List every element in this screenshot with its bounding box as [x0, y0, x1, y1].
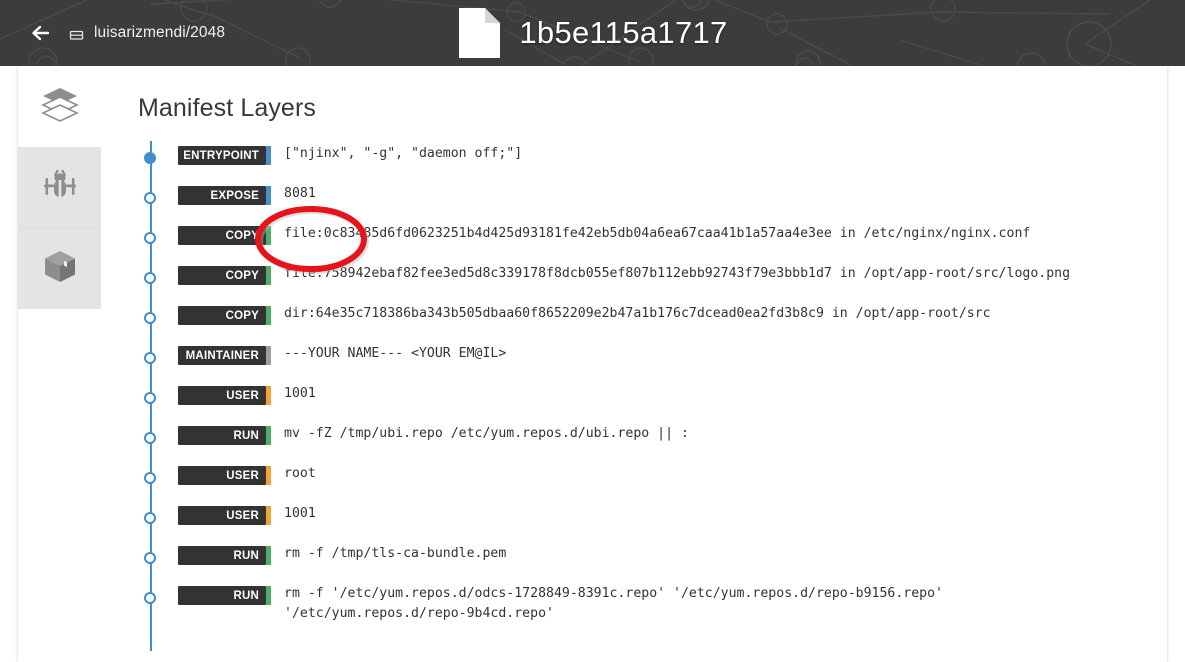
app-header: 1b5e115a1717 luisarizmendi/2048 [0, 0, 1185, 66]
layer-command-text: file:758942ebaf82fee3ed5d8c339178f8dcb05… [284, 266, 1071, 281]
layer-row[interactable]: USER root [138, 461, 1167, 501]
timeline-dot-cell [138, 221, 178, 261]
timeline-dot [144, 512, 156, 524]
sidebar-item-layers[interactable] [18, 66, 101, 147]
layer-command-badge: EXPOSE [178, 186, 266, 205]
layer-command-text: mv -fZ /tmp/ubi.repo /etc/yum.repos.d/ub… [284, 426, 689, 441]
timeline-dot-cell [138, 301, 178, 341]
timeline-dot-cell [138, 461, 178, 501]
layers-icon [40, 86, 80, 127]
layer-accent-bar [266, 186, 271, 205]
layer-command-badge: RUN [178, 586, 266, 605]
layer-accent-bar [266, 586, 271, 605]
lock-icon [68, 25, 84, 41]
section-title: Manifest Layers [138, 94, 316, 122]
sidebar-item-packages[interactable] [18, 228, 101, 309]
timeline-dot [144, 592, 156, 604]
layer-command-badge: COPY [178, 306, 266, 325]
timeline-dot [144, 392, 156, 404]
layer-command-text: ---YOUR NAME--- <YOUR EM@IL> [284, 346, 507, 361]
timeline-dot-cell [138, 581, 178, 624]
layer-command-badge: COPY [178, 266, 266, 285]
timeline-dot-cell [138, 181, 178, 221]
layer-accent-bar [266, 506, 271, 525]
layer-row[interactable]: COPY file:0c83485d6fd0623251b4d425d93181f… [138, 221, 1167, 261]
content-card: Manifest Layers ENTRYPOINT ["njinx", "-g"… [18, 66, 1167, 662]
layer-row[interactable]: USER 1001 [138, 501, 1167, 541]
timeline-dot-cell [138, 501, 178, 541]
timeline-dot-cell [138, 341, 178, 381]
timeline-dot-cell [138, 141, 178, 181]
layer-row[interactable]: MAINTAINER ---YOUR NAME--- <YOUR EM@IL> [138, 341, 1167, 381]
timeline-dot [144, 352, 156, 364]
layer-accent-bar [266, 466, 271, 485]
layer-command-text: dir:64e35c718386ba343b505dbaa60f8652209e… [284, 306, 991, 321]
timeline-dot [144, 192, 156, 204]
layer-command-badge: USER [178, 466, 266, 485]
repository-breadcrumb-link[interactable]: luisarizmendi/2048 [94, 24, 225, 42]
layer-command-badge: COPY [178, 226, 266, 245]
timeline-dot-cell [138, 541, 178, 581]
layer-row[interactable]: EXPOSE 8081 [138, 181, 1167, 221]
layer-command-text: root [284, 466, 316, 481]
layer-accent-bar [266, 346, 271, 365]
file-document-icon [459, 8, 501, 58]
timeline-dot [144, 472, 156, 484]
layer-row[interactable]: RUN mv -fZ /tmp/ubi.repo /etc/yum.repos.d… [138, 421, 1167, 461]
layer-accent-bar [266, 306, 271, 325]
layer-accent-bar [266, 226, 271, 245]
layer-command-text: 1001 [284, 506, 316, 521]
layer-command-badge: USER [178, 386, 266, 405]
layer-command-text: rm -f '/etc/yum.repos.d/odcs-1728849-839… [284, 586, 943, 621]
layer-command-badge: RUN [178, 426, 266, 445]
header-breadcrumb: luisarizmendi/2048 [30, 0, 225, 66]
layer-command-text: 8081 [284, 186, 316, 201]
layer-command-text: ["njinx", "-g", "daemon off;"] [284, 146, 523, 161]
layer-row[interactable]: COPY file:758942ebaf82fee3ed5d8c339178f8d… [138, 261, 1167, 301]
timeline-dot [144, 272, 156, 284]
manifest-layers-list: ENTRYPOINT ["njinx", "-g", "daemon off;"]… [101, 141, 1167, 651]
layer-row[interactable]: ENTRYPOINT ["njinx", "-g", "daemon off;"] [138, 141, 1167, 181]
layer-command-text: rm -f /tmp/tls-ca-bundle.pem [284, 546, 507, 561]
timeline-dot [144, 232, 156, 244]
layer-command-badge: MAINTAINER [178, 346, 266, 365]
timeline-dot-active [144, 152, 156, 164]
layer-accent-bar [266, 546, 271, 565]
layer-row[interactable]: RUN rm -f /tmp/tls-ca-bundle.pem [138, 541, 1167, 581]
layer-command-badge: RUN [178, 546, 266, 565]
timeline-dot [144, 432, 156, 444]
page-title: 1b5e115a1717 [519, 15, 728, 50]
layer-command-badge: ENTRYPOINT [178, 146, 266, 165]
layer-accent-bar [266, 426, 271, 445]
timeline-dot-cell [138, 421, 178, 461]
layer-row[interactable]: USER 1001 [138, 381, 1167, 421]
package-icon [41, 248, 79, 291]
main-content: Manifest Layers ENTRYPOINT ["njinx", "-g"… [101, 66, 1167, 662]
layer-accent-bar [266, 146, 271, 165]
timeline-dot [144, 552, 156, 564]
layer-accent-bar [266, 266, 271, 285]
timeline-dot-cell [138, 261, 178, 301]
layer-command-text: 1001 [284, 386, 316, 401]
layer-accent-bar [266, 386, 271, 405]
layer-command-badge: USER [178, 506, 266, 525]
timeline-dot [144, 312, 156, 324]
icon-sidebar [18, 66, 101, 662]
layer-command-text: file:0c83485d6fd0623251b4d425d93181fe42e… [284, 226, 1031, 241]
timeline-dot-cell [138, 381, 178, 421]
back-arrow-icon[interactable] [30, 22, 52, 44]
layer-row[interactable]: RUN rm -f '/etc/yum.repos.d/odcs-1728849-… [138, 581, 1167, 624]
page-body: Manifest Layers ENTRYPOINT ["njinx", "-g"… [0, 66, 1185, 662]
layer-row[interactable]: COPY dir:64e35c718386ba343b505dbaa60f8652… [138, 301, 1167, 341]
sidebar-item-security[interactable] [18, 147, 101, 228]
bug-icon [41, 166, 79, 209]
